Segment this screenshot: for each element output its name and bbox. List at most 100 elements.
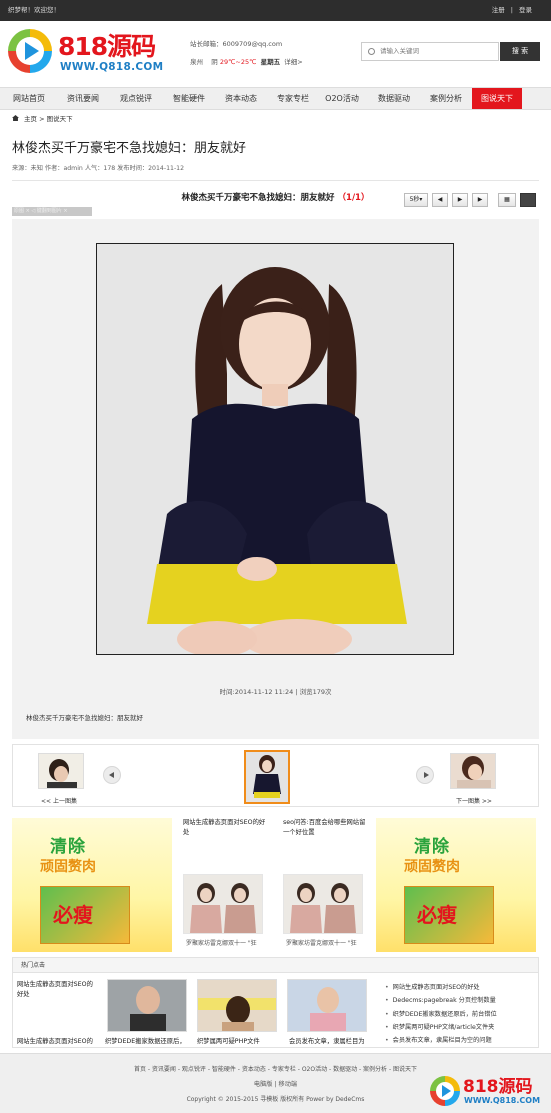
ad-banner-left[interactable]: 清除 顽固赘肉 必瘦: [12, 818, 172, 952]
next-album-link[interactable]: 下一图集 >>: [456, 796, 492, 805]
hot-caption-3[interactable]: 会员发布文章，隶属栏目为: [289, 1036, 365, 1045]
nav-item-experts[interactable]: 专家专栏: [268, 88, 318, 109]
prev-album-thumb[interactable]: [38, 753, 84, 789]
hot-caption-1[interactable]: 织梦DEDE搬家数据还原后，: [105, 1036, 186, 1045]
page-close: ）: [360, 193, 370, 203]
prev-album-link[interactable]: << 上一图集: [41, 796, 77, 805]
play-button[interactable]: ▶: [452, 193, 468, 207]
fullscreen-button[interactable]: [520, 193, 536, 207]
ad-product-box: 必瘦: [40, 886, 130, 944]
hot-caption-2[interactable]: 织梦属两可疑PHP文件: [197, 1036, 260, 1045]
hot-image-1-pic: [108, 980, 186, 1031]
viewer-tag: 原图 × ◁ 键翻到图片 ×: [12, 207, 92, 216]
hot-image-1[interactable]: [107, 979, 187, 1032]
mid-caption-2[interactable]: 罗聚家坊雷克娜双十一 "狂: [286, 938, 357, 947]
search-icon: [368, 48, 375, 55]
breadcrumb-sep: >: [39, 115, 45, 123]
current-thumb[interactable]: [244, 750, 290, 804]
watermark-url: WWW.Q818.COM: [464, 1096, 541, 1105]
main-nav: 网站首页 资讯要闻 观点锐评 智能硬件 资本动态 专家专栏 O2O活动 数据驱动…: [0, 87, 551, 110]
weather: 阴: [211, 58, 218, 66]
welcome-text: 织梦帮！欢迎您！: [8, 6, 60, 14]
next-album-image: [451, 754, 495, 788]
register-link[interactable]: 注册: [492, 6, 505, 14]
speed-select[interactable]: 5秒▾: [404, 193, 428, 207]
hot-image-2-pic: [198, 980, 276, 1031]
thumbs-left-arrow[interactable]: [103, 766, 121, 784]
hot-list-item[interactable]: 会员发布文章，隶属栏目为空的问题: [385, 1035, 492, 1044]
mid-caption-1[interactable]: 罗聚家坊雷克娜双十一 "狂: [186, 938, 257, 947]
main-photo[interactable]: [96, 243, 454, 659]
page-title: 林俊杰买千万豪宅不急找媳妇：朋友就好: [12, 141, 247, 156]
ad-brand: 必瘦: [417, 903, 457, 927]
ad-subline: 顽固赘肉: [40, 859, 96, 875]
site-info: 站长邮箱：6009709@qq.com 泉州 阴 29℃~25℃ 星期五 详细>: [190, 38, 303, 66]
mid-article-link-2[interactable]: seo问答:百度会给哪些网站留一个好位置: [283, 818, 371, 838]
nav-item-cases[interactable]: 案例分析: [421, 88, 471, 109]
top-bar: 织梦帮！欢迎您！ 注册 | 登录: [0, 0, 551, 21]
nav-item-opinion[interactable]: 观点锐评: [111, 88, 161, 109]
mid-thumb-2[interactable]: [283, 874, 363, 934]
hot-image-2[interactable]: [197, 979, 277, 1032]
ad-product-box: 必瘦: [404, 886, 494, 944]
nav-item-data[interactable]: 数据驱动: [369, 88, 419, 109]
account-links: 注册 | 登录: [489, 0, 535, 21]
photo-viewer: 原图 × ◁ 键翻到图片 × 时间:2014-11-12 11:24 | 浏览1…: [12, 207, 539, 739]
admin-email: 站长邮箱：6009709@qq.com: [190, 40, 283, 48]
weather-detail-link[interactable]: 详细>: [284, 58, 302, 66]
hot-clicks-panel: 热门点击 网站生成静态页面对SEO的好处 网站生成静态页面对SEO的 织梦DED…: [12, 957, 539, 1048]
weekday: 星期五: [260, 58, 281, 66]
hot-clicks-header: 热门点击: [13, 958, 538, 973]
main-photo-image: [97, 244, 453, 659]
nav-item-o2o[interactable]: O2O活动: [319, 88, 365, 109]
search-form: 请输入关键词 搜 索: [361, 42, 540, 61]
prev-icon: ◀: [437, 196, 443, 203]
nav-item-hardware[interactable]: 智能硬件: [164, 88, 214, 109]
next-icon: ▶: [477, 196, 483, 203]
mid-article-link-1[interactable]: 网站生成静态页面对SEO的好处: [183, 818, 268, 838]
hot-image-3-pic: [288, 980, 366, 1031]
hot-list-item[interactable]: Dedecms:pagebreak 分页控制数量: [385, 995, 496, 1004]
hot-left-top-link[interactable]: 网站生成静态页面对SEO的好处: [17, 980, 97, 1000]
grid-button[interactable]: ▦: [498, 193, 516, 207]
next-button[interactable]: ▶: [472, 193, 488, 207]
current-thumb-image: [246, 752, 288, 802]
hot-list-item[interactable]: 织梦属两可疑PHP文绪/article文件夹: [385, 1022, 495, 1031]
nav-item-gallery[interactable]: 图说天下: [472, 88, 522, 109]
breadcrumb-home[interactable]: 主页: [24, 115, 37, 123]
page-open: （: [337, 193, 347, 203]
search-placeholder: 请输入关键词: [380, 47, 419, 55]
prev-button[interactable]: ◀: [432, 193, 448, 207]
thumbs-right-arrow[interactable]: [416, 766, 434, 784]
hot-list-item[interactable]: 网站生成静态页面对SEO的好处: [385, 982, 480, 991]
photo-caption: 林俊杰买千万豪宅不急找媳妇：朋友就好: [26, 714, 143, 722]
login-link[interactable]: 登录: [519, 6, 532, 14]
mid-thumb-1-image: [184, 875, 262, 933]
breadcrumb-current[interactable]: 图说天下: [47, 115, 73, 123]
ad-banner-right[interactable]: 清除 顽固赘肉 必瘦: [376, 818, 536, 952]
hot-image-3[interactable]: [287, 979, 367, 1032]
thumbnail-strip: << 上一图集 下一图集 >>: [12, 744, 539, 807]
nav-item-home[interactable]: 网站首页: [6, 88, 52, 109]
home-icon: [12, 115, 19, 121]
ad-brand: 必瘦: [53, 903, 93, 927]
nav-item-capital[interactable]: 资本动态: [216, 88, 266, 109]
mid-thumb-2-image: [284, 875, 362, 933]
search-button[interactable]: 搜 索: [500, 42, 540, 61]
hot-left-bottom-link[interactable]: 网站生成静态页面对SEO的: [17, 1036, 93, 1045]
breadcrumb: 主页 > 图说天下: [12, 114, 73, 124]
watermark-brand: 818源码: [463, 1077, 533, 1097]
play-icon: ▶: [457, 196, 463, 203]
watermark-triangle: [442, 1085, 451, 1097]
speed-value: 5秒: [409, 196, 420, 203]
photo-time: 时间:2014-11-12 11:24 | 浏览179次: [219, 688, 332, 696]
weather-row: 泉州 阴 29℃~25℃ 星期五 详细>: [190, 56, 303, 66]
hot-list-item[interactable]: 织梦DEDE搬家数据还原后，前台错位: [385, 1009, 497, 1018]
page-counter: （1/1）: [338, 193, 370, 203]
grid-icon: ▦: [504, 196, 510, 203]
search-input[interactable]: 请输入关键词: [361, 42, 499, 61]
next-album-thumb[interactable]: [450, 753, 496, 789]
site-logo[interactable]: 818源码 WWW.Q818.COM: [8, 27, 168, 79]
mid-thumb-1[interactable]: [183, 874, 263, 934]
nav-item-news[interactable]: 资讯要闻: [58, 88, 108, 109]
